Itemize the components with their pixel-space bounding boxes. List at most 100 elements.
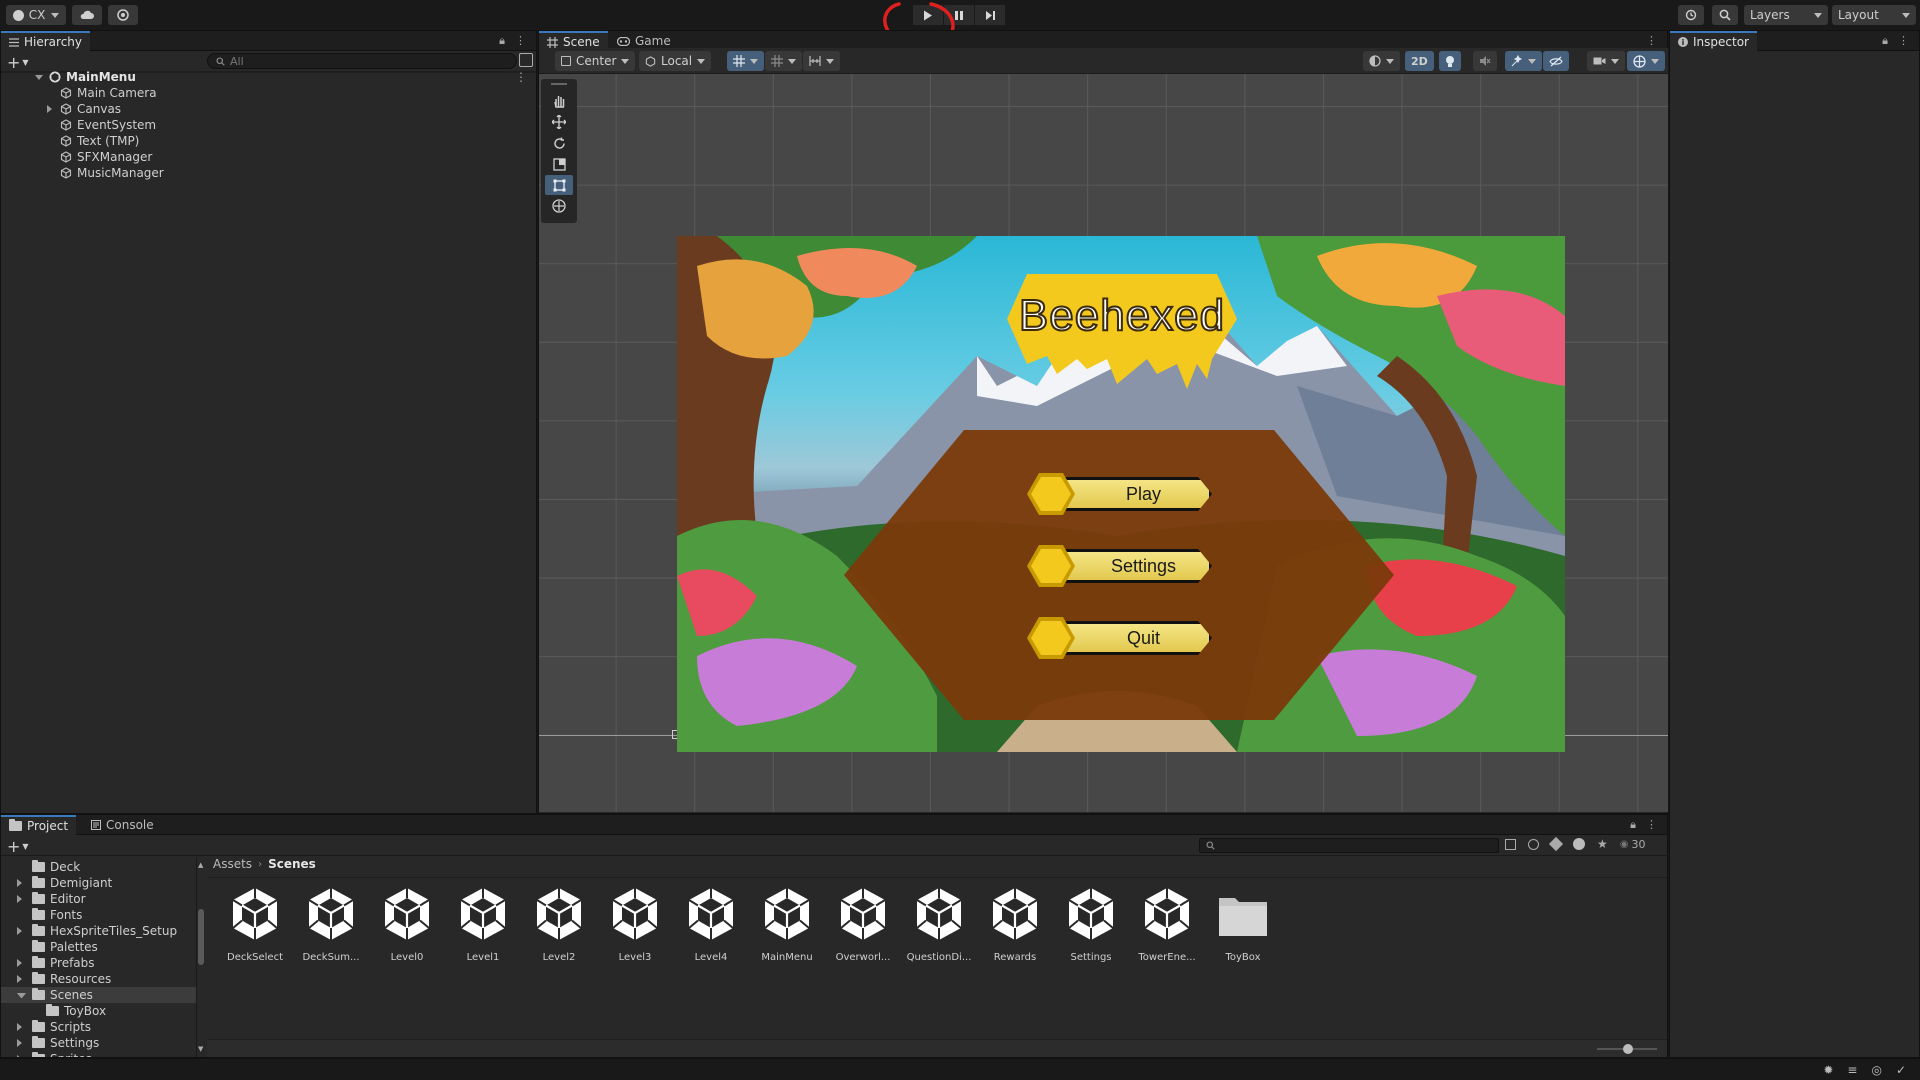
- draw-mode-dropdown[interactable]: [1363, 51, 1400, 71]
- transform-tool-button[interactable]: [545, 196, 573, 216]
- search-button[interactable]: [1712, 5, 1738, 25]
- quit-menu-button[interactable]: Quit: [1027, 617, 1212, 659]
- layers-stack-icon[interactable]: ≡: [1847, 1063, 1857, 1077]
- grid-snap-toggle[interactable]: [727, 51, 764, 71]
- expand-arrow-icon[interactable]: [17, 895, 26, 903]
- scene-visibility-toggle[interactable]: [1543, 51, 1569, 71]
- folder-tree-item[interactable]: Scripts: [1, 1019, 196, 1035]
- mode-2d-toggle[interactable]: 2D: [1405, 51, 1434, 71]
- hand-tool-button[interactable]: [545, 91, 573, 111]
- folder-tree-item[interactable]: Palettes: [1, 939, 196, 955]
- overlay-drag-handle[interactable]: [551, 83, 567, 85]
- kebab-menu-icon[interactable]: ⋮: [515, 34, 526, 48]
- folder-tree-item[interactable]: Settings: [1, 1035, 196, 1051]
- asset-scene[interactable]: Overworl...: [828, 884, 898, 964]
- layers-dropdown[interactable]: Layers: [1744, 5, 1828, 25]
- cloud-button[interactable]: [72, 5, 102, 25]
- asset-scene[interactable]: DeckSelect: [220, 884, 290, 964]
- tree-scroll-thumb[interactable]: [198, 909, 204, 965]
- scene-search-icon[interactable]: [519, 53, 533, 67]
- expand-arrow-icon[interactable]: [17, 959, 26, 967]
- rotate-tool-button[interactable]: [545, 133, 573, 153]
- expand-arrow-icon[interactable]: [17, 879, 26, 887]
- expand-arrow-icon[interactable]: [47, 105, 56, 113]
- folder-tree-item[interactable]: ToyBox: [1, 1003, 196, 1019]
- filter-label-icon[interactable]: [1548, 836, 1564, 852]
- settings-menu-button[interactable]: Settings: [1027, 545, 1212, 587]
- expand-arrow-icon[interactable]: [17, 1055, 26, 1057]
- move-tool-button[interactable]: [545, 112, 573, 132]
- scale-tool-button[interactable]: [545, 154, 573, 174]
- asset-folder[interactable]: ToyBox: [1208, 884, 1278, 964]
- kebab-menu-icon[interactable]: ⋮: [1646, 34, 1657, 47]
- audio-toggle[interactable]: [1473, 51, 1497, 71]
- tab-hierarchy[interactable]: Hierarchy: [1, 31, 91, 51]
- warning-filter-icon[interactable]: [1573, 838, 1585, 850]
- hierarchy-scene-row[interactable]: MainMenu ⋮: [35, 69, 535, 85]
- asset-scene[interactable]: Level4: [676, 884, 746, 964]
- expand-arrow-icon[interactable]: [17, 975, 26, 983]
- hierarchy-item[interactable]: Text (TMP): [47, 133, 139, 149]
- folder-tree-item[interactable]: Resources: [1, 971, 196, 987]
- folder-tree-item[interactable]: Demigiant: [1, 875, 196, 891]
- undo-history-button[interactable]: [1678, 5, 1704, 25]
- pivot-dropdown[interactable]: Center: [555, 51, 636, 71]
- kebab-menu-icon[interactable]: ⋮: [1898, 34, 1909, 48]
- hierarchy-item[interactable]: Main Camera: [47, 85, 157, 101]
- scene-kebab-icon[interactable]: ⋮: [515, 70, 527, 84]
- folder-tree-item[interactable]: Scenes: [1, 987, 196, 1003]
- scroll-up-icon[interactable]: ▲: [198, 861, 203, 869]
- hierarchy-item[interactable]: MusicManager: [47, 165, 164, 181]
- game-canvas[interactable]: Beehexed Play Settings Quit: [677, 236, 1565, 752]
- asset-scene[interactable]: DeckSum...: [296, 884, 366, 964]
- tab-project[interactable]: Project: [1, 815, 77, 835]
- collab-button[interactable]: [108, 5, 138, 25]
- lock-icon[interactable]: 🔒︎: [1882, 34, 1888, 48]
- kebab-menu-icon[interactable]: ⋮: [1646, 818, 1657, 832]
- cache-server-icon[interactable]: ◎: [1871, 1063, 1881, 1077]
- space-dropdown[interactable]: Local: [639, 51, 712, 71]
- folder-tree-item[interactable]: HexSpriteTiles_Setup: [1, 923, 196, 939]
- play-menu-button[interactable]: Play: [1027, 473, 1212, 515]
- hierarchy-item[interactable]: SFXManager: [47, 149, 152, 165]
- grid-visibility-dropdown[interactable]: [765, 51, 802, 71]
- folder-tree-item[interactable]: Deck: [1, 859, 196, 875]
- gizmos-dropdown[interactable]: [1627, 51, 1665, 71]
- expand-arrow-icon[interactable]: [17, 927, 26, 935]
- layout-dropdown[interactable]: Layout: [1832, 5, 1916, 25]
- project-create-button[interactable]: + ▼: [7, 837, 29, 856]
- search-scope-icon[interactable]: [1505, 838, 1516, 850]
- asset-scene[interactable]: QuestionDi...: [904, 884, 974, 964]
- asset-scene[interactable]: Level1: [448, 884, 518, 964]
- breadcrumb-scenes[interactable]: Scenes: [268, 857, 316, 871]
- breadcrumb-assets[interactable]: Assets: [213, 857, 252, 871]
- asset-scene[interactable]: Rewards: [980, 884, 1050, 964]
- bug-icon[interactable]: ✹: [1823, 1063, 1833, 1077]
- rect-tool-button[interactable]: [545, 175, 573, 195]
- expand-arrow-icon[interactable]: [17, 992, 26, 998]
- hierarchy-item[interactable]: EventSystem: [47, 117, 156, 133]
- lock-icon[interactable]: 🔒︎: [499, 34, 505, 48]
- project-search-input[interactable]: [1199, 838, 1499, 853]
- scroll-down-icon[interactable]: ▼: [198, 1045, 203, 1053]
- camera-settings-dropdown[interactable]: [1587, 51, 1625, 71]
- tab-inspector[interactable]: i Inspector: [1670, 31, 1757, 51]
- folder-tree-item[interactable]: Fonts: [1, 907, 196, 923]
- asset-scene[interactable]: MainMenu: [752, 884, 822, 964]
- increment-snap-dropdown[interactable]: [803, 51, 840, 71]
- step-button[interactable]: [975, 5, 1005, 25]
- asset-scene[interactable]: Level3: [600, 884, 670, 964]
- expand-arrow-icon[interactable]: [17, 1023, 26, 1031]
- filter-type-icon[interactable]: [1528, 838, 1539, 850]
- tree-scrollbar-track[interactable]: ▲ ▼: [197, 861, 205, 1053]
- asset-scene[interactable]: Settings: [1056, 884, 1126, 964]
- folder-tree-item[interactable]: Sprites: [1, 1051, 196, 1057]
- tab-console[interactable]: Console: [83, 815, 162, 835]
- folder-tree-item[interactable]: Editor: [1, 891, 196, 907]
- account-dropdown[interactable]: CX: [6, 5, 66, 25]
- asset-scene[interactable]: Level2: [524, 884, 594, 964]
- lighting-toggle[interactable]: [1439, 51, 1461, 71]
- expand-arrow-icon[interactable]: [35, 74, 43, 80]
- folder-tree-item[interactable]: Prefabs: [1, 955, 196, 971]
- star-icon[interactable]: ★: [1597, 837, 1608, 851]
